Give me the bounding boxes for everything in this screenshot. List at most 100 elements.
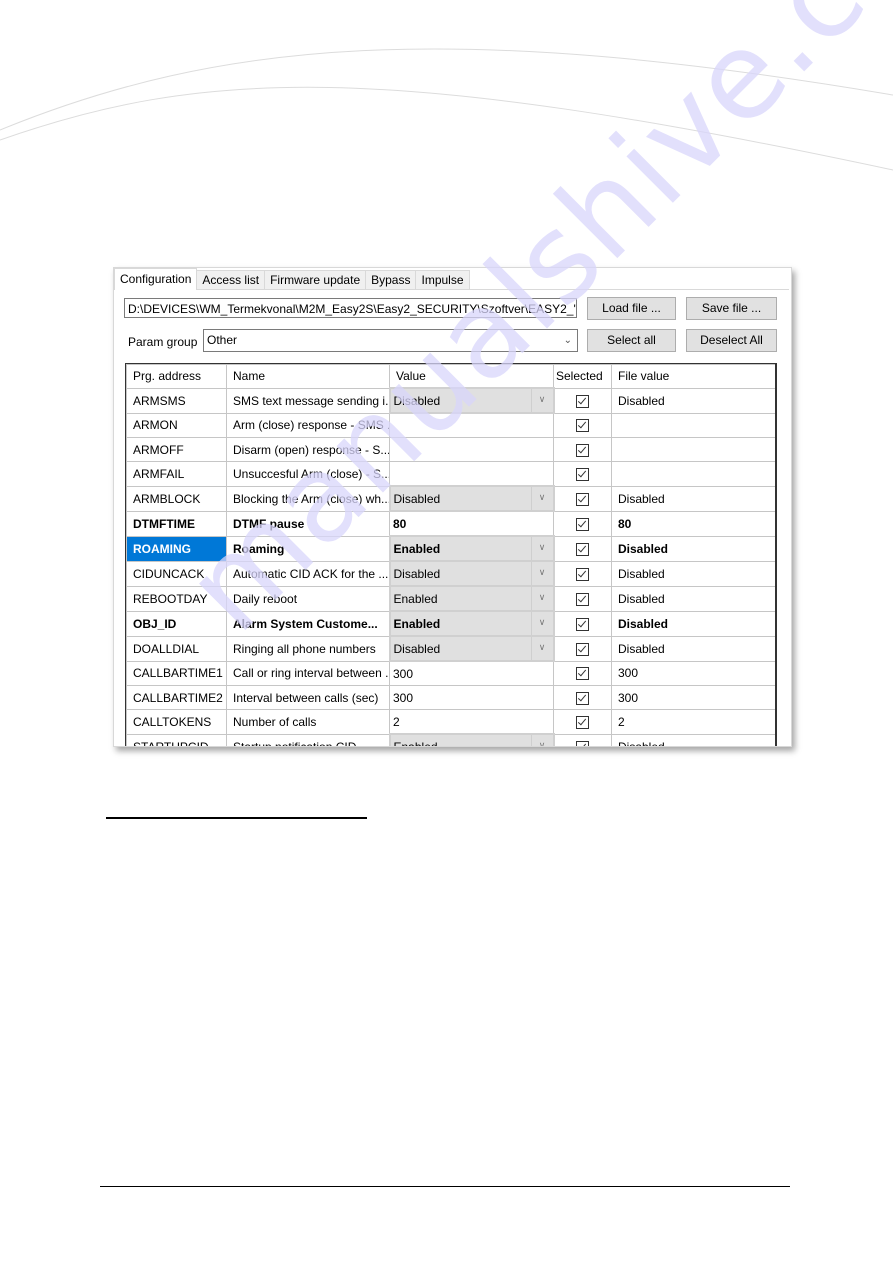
cell-file-value: Disabled <box>611 560 775 587</box>
table-row[interactable]: STARTUPCIDStartup notification CIDEnable… <box>126 733 775 747</box>
cell-value-dropdown[interactable]: Enabled ∨ <box>388 610 555 637</box>
tab-firmware-update[interactable]: Firmware update <box>264 270 367 290</box>
table-row[interactable]: CALLBARTIME1 Call or ring interval betwee… <box>126 660 775 686</box>
chevron-down-icon[interactable]: ∨ <box>530 488 552 509</box>
checkbox-checked[interactable] <box>576 542 590 556</box>
param-group-select[interactable]: Other ⌄ <box>203 329 578 352</box>
cell-address[interactable]: CALLBARTIME1 <box>126 660 227 686</box>
chevron-down-icon[interactable]: ∨ <box>530 613 552 634</box>
page-decoration-arcs <box>0 48 893 171</box>
table-row[interactable]: CIDUNCACK Automatic CID ACK for the ... Di… <box>126 560 775 587</box>
cell-value-dropdown[interactable]: Disabled ∨ <box>388 387 555 414</box>
tab-access-list[interactable]: Access list <box>196 270 266 290</box>
checkbox-checked[interactable] <box>576 443 589 457</box>
cell-address[interactable]: ROAMING <box>126 535 227 562</box>
tab-bypass[interactable]: Bypass <box>365 270 417 290</box>
chevron-down-icon[interactable]: ∨ <box>530 638 552 659</box>
cell-value-input[interactable]: 80 <box>389 510 554 537</box>
cell-address[interactable]: ARMON <box>126 412 227 438</box>
table-row[interactable]: ARMOFF Disarm (open) response - S... <box>126 437 775 462</box>
cell-address[interactable]: REBOOTDAY <box>126 585 227 612</box>
table-row[interactable]: ARMBLOCK Blocking the Arm (close) wh... Di… <box>126 485 775 512</box>
table-row[interactable]: ROAMING Roaming Enabled ∨ Disabled <box>126 535 775 562</box>
cell-value-dropdown[interactable]: Disabled ∨ <box>388 560 555 587</box>
checkbox-checked[interactable] <box>576 492 590 506</box>
cell-name: Roaming <box>226 535 390 562</box>
checkbox-checked[interactable] <box>576 715 589 729</box>
cell-value-input[interactable] <box>389 437 554 462</box>
cell-address[interactable]: CIDUNCACK <box>126 560 227 587</box>
cell-value-input[interactable] <box>389 461 554 487</box>
checkbox-checked[interactable] <box>576 419 589 433</box>
chevron-down-icon[interactable]: ∨ <box>530 390 552 411</box>
file-path-input[interactable]: D:\DEVICES\WM_Termekvonal\M2M_Easy2S\Eas… <box>124 298 577 318</box>
cell-name: Blocking the Arm (close) wh... <box>226 485 390 512</box>
cell-value-dropdown[interactable]: Enabled ∨ <box>388 535 555 562</box>
table-row[interactable]: DOALLDIAL Ringing all phone numbers Disabl… <box>126 635 775 662</box>
param-group-value: Other <box>207 333 238 347</box>
table-row[interactable]: OBJ_ID Alarm System Custome... Enabled ∨ Dis… <box>126 610 775 637</box>
deselect-all-button[interactable]: Deselect All <box>686 329 777 352</box>
cell-name: Daily reboot <box>226 585 390 612</box>
column-header-file-value[interactable]: File value <box>611 364 775 389</box>
checkbox-checked[interactable] <box>576 740 590 746</box>
checkbox-checked[interactable] <box>576 642 590 656</box>
cell-address[interactable]: CALLTOKENS <box>126 709 227 735</box>
save-file-button[interactable]: Save file ... <box>686 297 777 320</box>
cell-selected <box>553 535 612 562</box>
cell-address[interactable]: OBJ_ID <box>126 610 227 637</box>
column-header-name[interactable]: Name <box>226 364 390 389</box>
column-header-address[interactable]: Prg. address <box>126 364 227 389</box>
table-row[interactable]: ARMON Arm (close) response - SMS ... <box>126 412 775 438</box>
checkbox-checked[interactable] <box>576 592 590 606</box>
checkbox-checked[interactable] <box>576 691 589 705</box>
cell-value-dropdown[interactable]: Enabled ∨ <box>388 585 555 612</box>
cell-value-dropdown[interactable]: Disabled ∨ <box>388 635 555 662</box>
column-header-selected[interactable]: Selected <box>553 364 612 389</box>
cell-value-text: Enabled <box>393 591 438 606</box>
chevron-down-icon[interactable]: ∨ <box>530 588 552 609</box>
cell-address[interactable]: STARTUPCID <box>126 733 227 746</box>
table-row[interactable]: DTMFTIME DTMF pause 80 80 <box>126 510 775 537</box>
select-all-button[interactable]: Select all <box>587 329 676 352</box>
chevron-down-icon[interactable]: ∨ <box>530 538 552 559</box>
cell-address[interactable]: DOALLDIAL <box>126 635 227 662</box>
cell-value-input[interactable] <box>389 412 554 438</box>
checkbox-checked[interactable] <box>576 517 589 531</box>
checkbox-checked[interactable] <box>576 667 589 681</box>
cell-value-input[interactable]: 300 <box>389 660 554 686</box>
chevron-down-icon[interactable]: ∨ <box>530 736 552 746</box>
cell-name: Interval between calls (sec) <box>226 685 390 710</box>
cell-address[interactable]: ARMBLOCK <box>126 485 227 512</box>
tab-impulse[interactable]: Impulse <box>415 270 470 290</box>
cell-value-text: Enabled <box>394 740 438 747</box>
table-row[interactable]: ARMSMS SMS text message sending i... Disab… <box>126 387 775 414</box>
checkbox-checked[interactable] <box>576 394 590 408</box>
cell-name: Alarm System Custome... <box>226 610 390 637</box>
cell-value-input[interactable]: 300 <box>389 685 554 710</box>
cell-address[interactable]: ARMOFF <box>126 437 227 462</box>
chevron-down-icon[interactable]: ∨ <box>530 563 552 584</box>
cell-address[interactable]: ARMFAIL <box>126 461 227 487</box>
cell-name: Startup notification CID <box>226 733 390 746</box>
table-row[interactable]: CALLBARTIME2 Interval between calls (sec)… <box>126 685 775 710</box>
column-header-value[interactable]: Value <box>389 364 554 389</box>
cell-address[interactable]: ARMSMS <box>126 387 227 414</box>
cell-address[interactable]: CALLBARTIME2 <box>126 685 227 710</box>
checkbox-checked[interactable] <box>576 467 589 481</box>
table-row[interactable]: ARMFAIL Unsuccesful Arm (close) - S... <box>126 461 775 487</box>
cell-value-input[interactable]: 2 <box>389 709 554 735</box>
cell-selected <box>553 585 612 612</box>
cell-address[interactable]: DTMFTIME <box>126 510 227 537</box>
table-row[interactable]: CALLTOKENS Number of calls 2 2 <box>126 709 775 735</box>
cell-value-dropdown[interactable]: Enabled ∨ <box>388 733 555 747</box>
cell-file-value: Disabled <box>611 733 775 746</box>
cell-selected <box>553 733 612 746</box>
cell-value-dropdown[interactable]: Disabled ∨ <box>388 485 555 512</box>
cell-value-text: Enabled <box>393 541 441 556</box>
load-file-button[interactable]: Load file ... <box>587 297 676 320</box>
table-row[interactable]: REBOOTDAY Daily reboot Enabled ∨ Disabled <box>126 585 775 612</box>
checkbox-checked[interactable] <box>576 567 590 581</box>
checkbox-checked[interactable] <box>576 617 590 631</box>
tab-configuration[interactable]: Configuration <box>114 268 198 290</box>
